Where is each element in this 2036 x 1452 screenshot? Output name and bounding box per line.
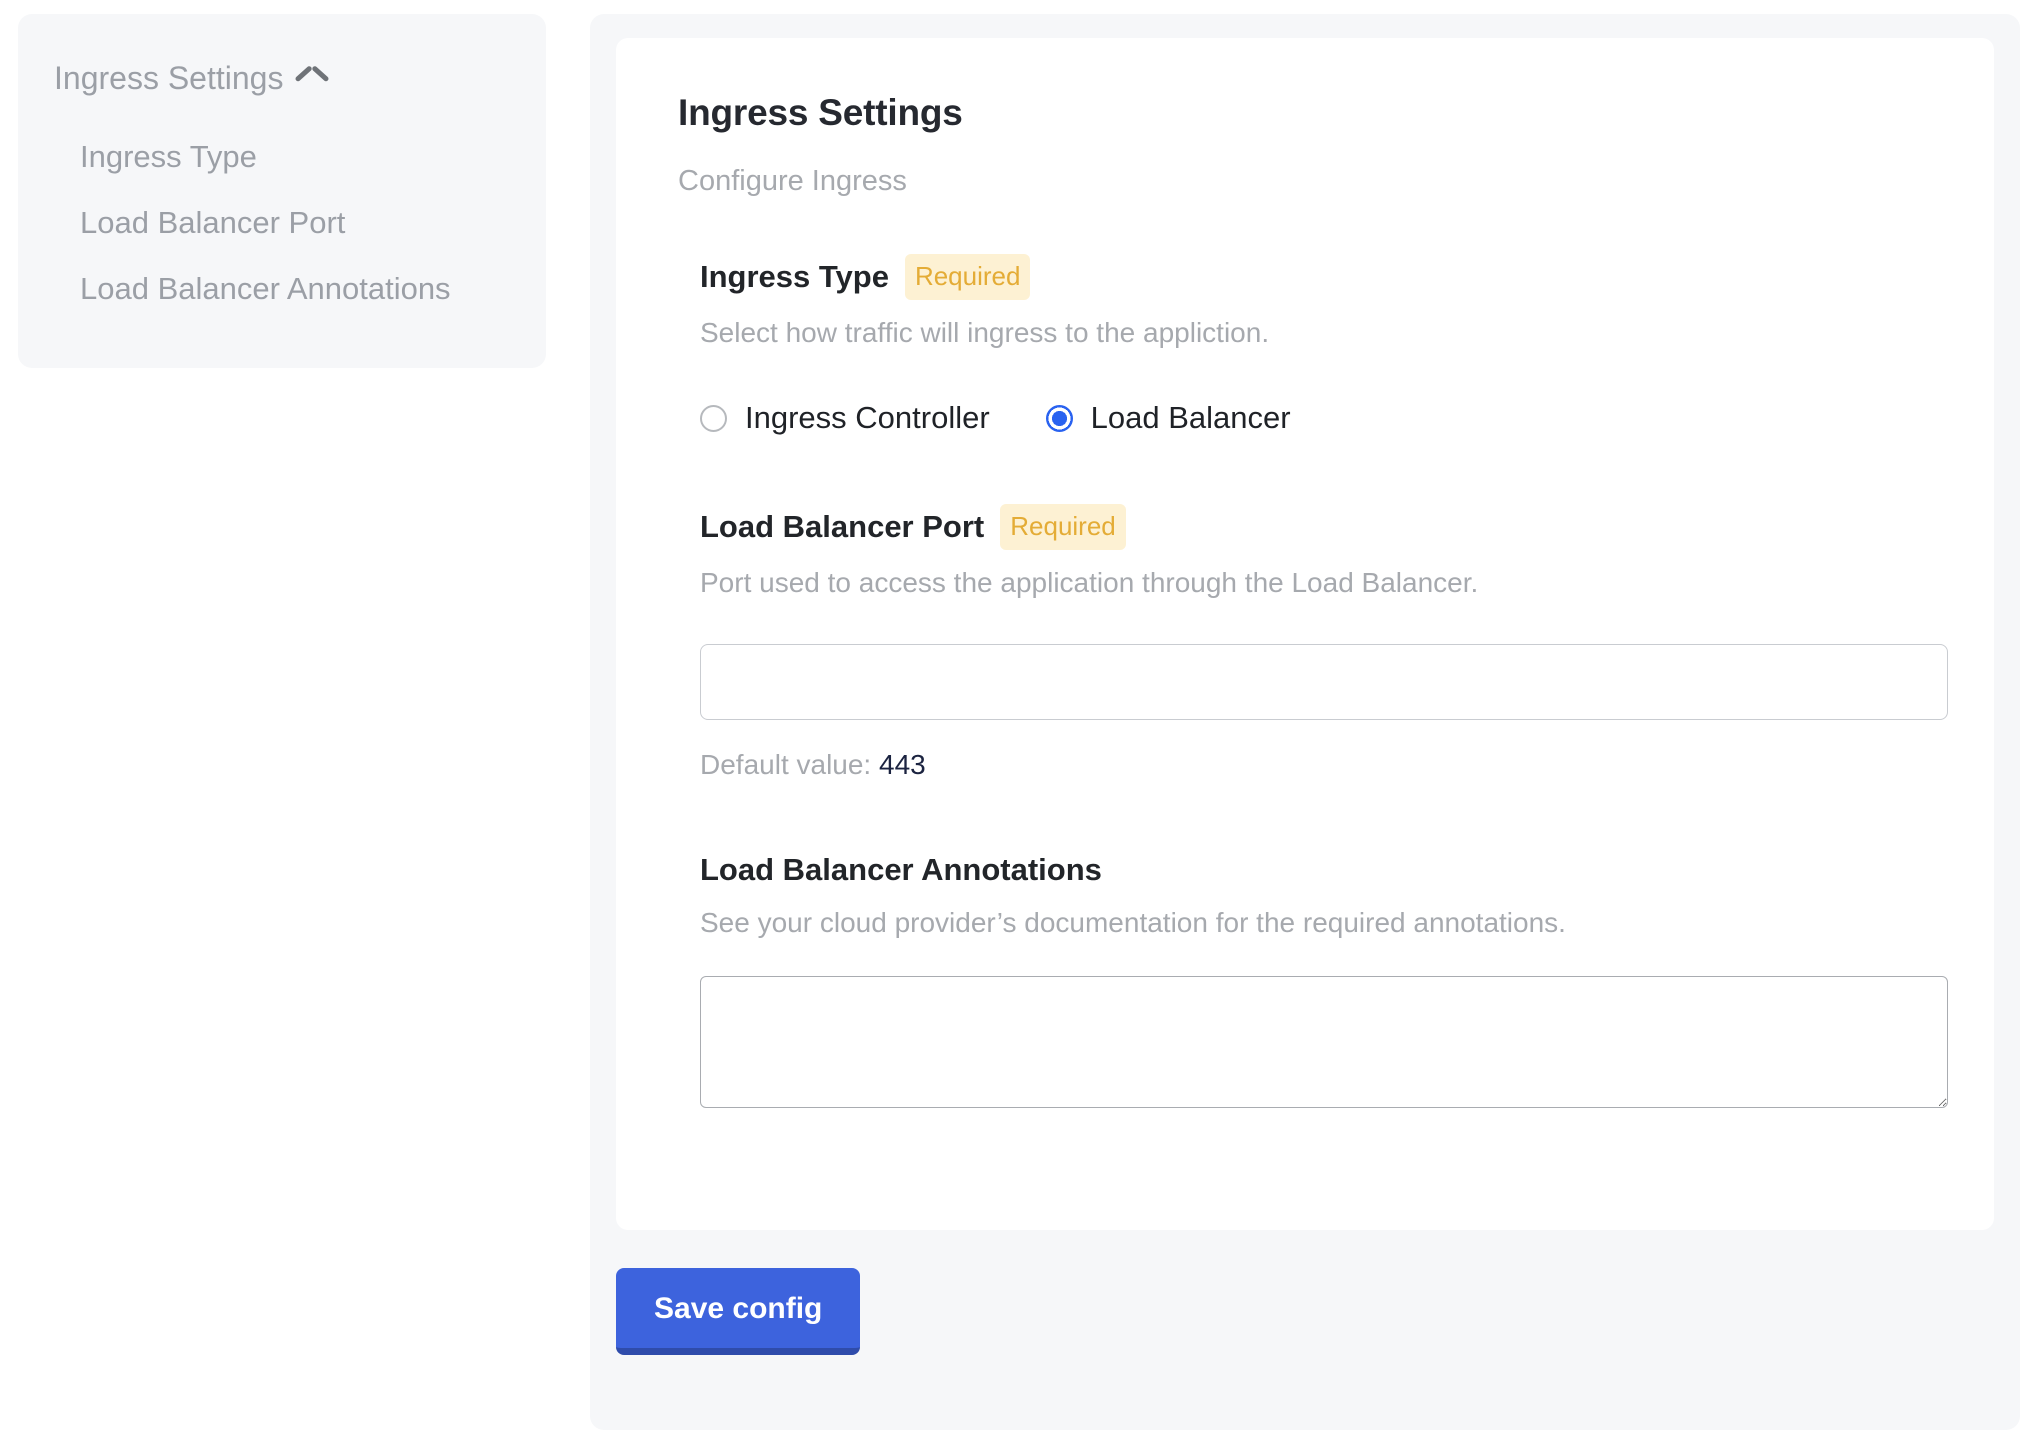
field-label-row: Ingress Type Required [700,254,1932,300]
ingress-type-radio-group: Ingress Controller Load Balancer [700,398,1932,438]
sidebar-item-load-balancer-annotations[interactable]: Load Balancer Annotations [18,256,540,322]
field-description-load-balancer-annotations: See your cloud provider’s documentation … [700,904,1932,942]
save-config-button[interactable]: Save config [616,1268,860,1355]
sidebar-item-load-balancer-port[interactable]: Load Balancer Port [18,190,540,256]
required-badge-ingress-type: Required [905,254,1031,300]
radio-icon-load-balancer[interactable] [1046,405,1073,432]
load-balancer-port-input[interactable] [700,644,1948,720]
radio-option-ingress-controller[interactable]: Ingress Controller [700,398,990,438]
footer-actions: Save config [616,1268,1994,1355]
radio-icon-ingress-controller[interactable] [700,405,727,432]
settings-sidebar: Ingress Settings Ingress Type Load Balan… [18,14,546,368]
ingress-settings-card: Ingress Settings Configure Ingress Ingre… [616,38,1994,1230]
radio-label-ingress-controller: Ingress Controller [745,398,990,438]
field-load-balancer-port: Load Balancer Port Required Port used to… [700,504,1932,784]
field-label-row: Load Balancer Annotations [700,850,1932,890]
sidebar-group-ingress-settings[interactable]: Ingress Settings [18,58,546,98]
field-label-row: Load Balancer Port Required [700,504,1932,550]
field-label-ingress-type: Ingress Type [700,257,889,297]
sidebar-group-label: Ingress Settings [54,58,283,98]
field-load-balancer-annotations: Load Balancer Annotations See your cloud… [700,850,1932,1108]
field-label-load-balancer-port: Load Balancer Port [700,507,984,547]
radio-option-load-balancer[interactable]: Load Balancer [1046,398,1291,438]
load-balancer-annotations-textarea[interactable] [700,976,1948,1108]
sidebar-item-list: Ingress Type Load Balancer Port Load Bal… [18,124,546,322]
page-subtitle: Configure Ingress [678,162,1932,200]
field-description-load-balancer-port: Port used to access the application thro… [700,564,1932,602]
settings-content-panel: Ingress Settings Configure Ingress Ingre… [590,14,2020,1430]
required-badge-load-balancer-port: Required [1000,504,1126,550]
chevron-up-icon[interactable] [297,69,327,87]
field-ingress-type: Ingress Type Required Select how traffic… [700,254,1932,438]
page-title: Ingress Settings [678,90,1932,136]
field-description-ingress-type: Select how traffic will ingress to the a… [700,314,1932,352]
field-label-load-balancer-annotations: Load Balancer Annotations [700,850,1102,890]
fields-container: Ingress Type Required Select how traffic… [678,254,1932,1108]
default-value-label: Default value: [700,749,871,780]
default-value-number: 443 [879,749,926,780]
sidebar-item-ingress-type[interactable]: Ingress Type [18,124,540,190]
radio-label-load-balancer: Load Balancer [1091,398,1291,438]
load-balancer-port-default: Default value: 443 [700,746,1932,784]
app-screen: Ingress Settings Ingress Type Load Balan… [0,0,2036,1452]
